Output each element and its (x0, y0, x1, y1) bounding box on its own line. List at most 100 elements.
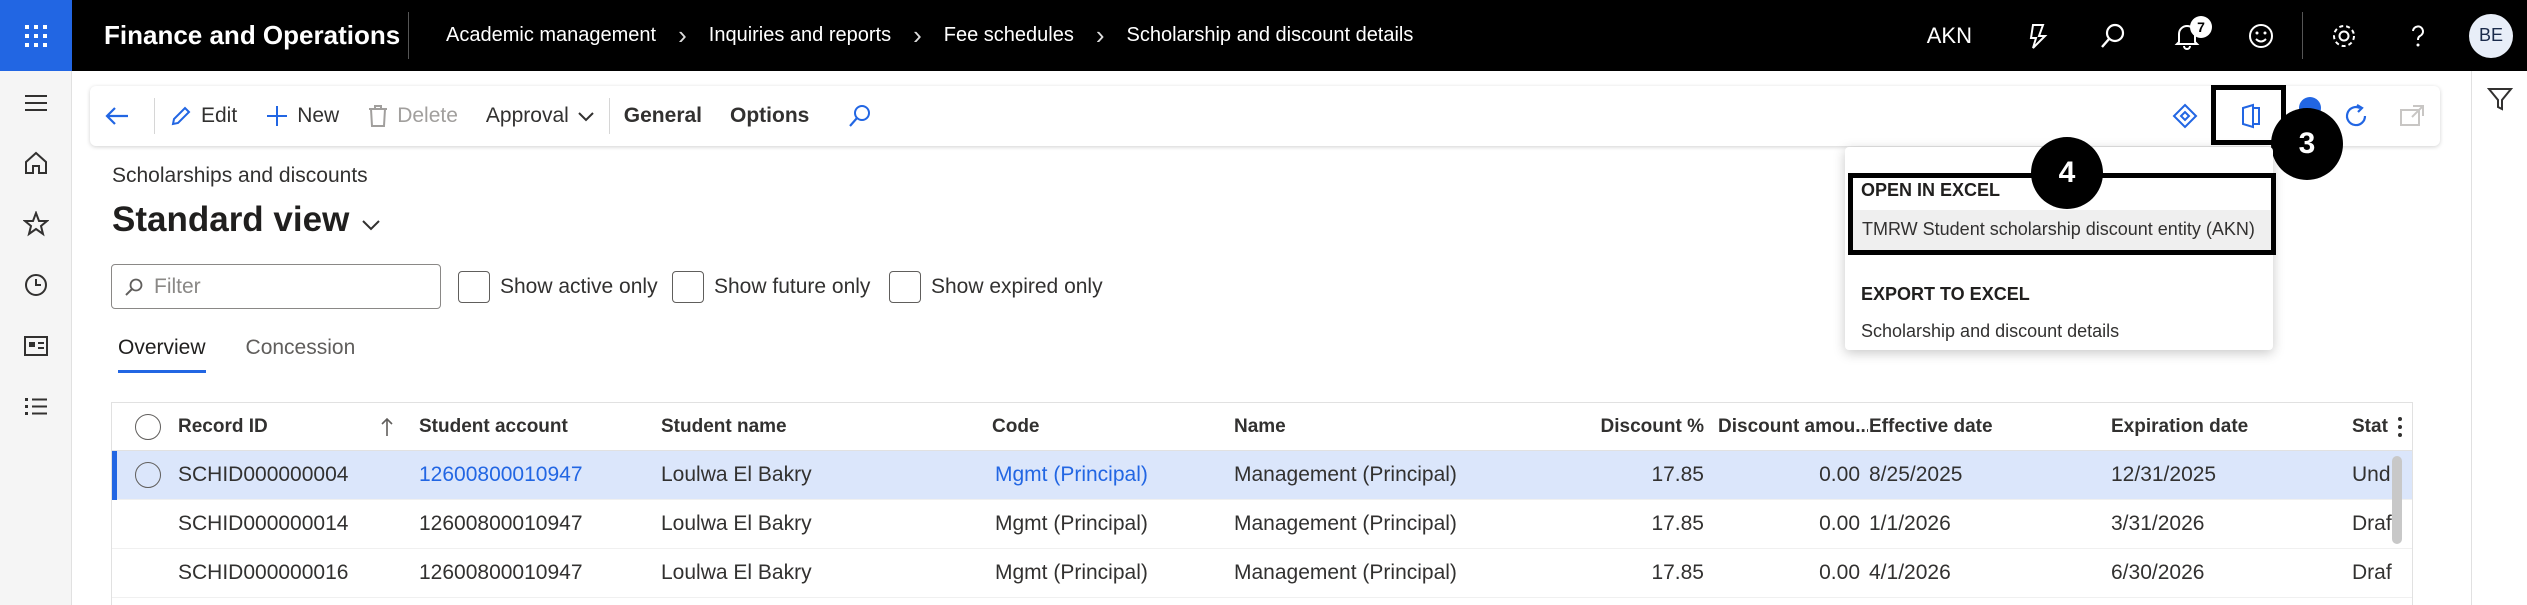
column-header-effective-date[interactable]: Effective date (1869, 403, 2099, 450)
cell-record-id[interactable]: SCHID000000016 (178, 549, 378, 597)
show-future-only-checkbox[interactable]: Show future only (672, 271, 870, 303)
power-apps-button[interactable] (2157, 86, 2213, 146)
cell-discount-percent[interactable]: 17.85 (1542, 549, 1704, 597)
column-more-options-icon[interactable] (2390, 403, 2410, 450)
cell-effective-date[interactable]: 4/1/2026 (1869, 549, 2099, 597)
chevron-down-icon (578, 112, 594, 122)
radio-circle (135, 413, 161, 440)
tab-concession[interactable]: Concession (246, 336, 356, 373)
app-title[interactable]: Finance and Operations (104, 0, 400, 71)
company-picker[interactable]: AKN (1927, 23, 1972, 49)
gear-icon[interactable] (2307, 0, 2381, 71)
view-selector[interactable]: Standard view (112, 200, 381, 240)
open-new-window-button[interactable] (2384, 86, 2440, 146)
cell-effective-date[interactable]: 1/1/2026 (1869, 500, 2099, 548)
sort-ascending-icon[interactable] (380, 403, 410, 450)
new-button[interactable]: New (251, 86, 353, 146)
cell-student-account-link[interactable]: 12600800010947 (419, 451, 649, 499)
cell-discount-percent[interactable]: 17.85 (1542, 451, 1704, 499)
column-header-name[interactable]: Name (1234, 403, 1534, 450)
clock-icon[interactable] (18, 267, 54, 303)
cell-student-name[interactable]: Loulwa El Bakry (661, 549, 981, 597)
chevron-right-icon: › (678, 20, 687, 50)
callout-step-3: 3 (2271, 108, 2343, 180)
column-header-code[interactable]: Code (992, 403, 1222, 450)
cell-record-id[interactable]: SCHID000000014 (178, 500, 378, 548)
home-icon[interactable] (18, 145, 54, 181)
search-icon (849, 105, 871, 127)
breadcrumb-academic-management[interactable]: Academic management (446, 24, 656, 47)
export-scholarship-details-item[interactable]: Scholarship and discount details (1861, 321, 2119, 342)
cell-name[interactable]: Management (Principal) (1234, 500, 1534, 548)
filter-funnel-icon[interactable] (2486, 85, 2514, 118)
cell-expiration-date[interactable]: 6/30/2026 (2111, 549, 2341, 597)
delete-button[interactable]: Delete (353, 86, 472, 146)
tab-general[interactable]: General (610, 86, 716, 146)
action-search-button[interactable] (823, 86, 895, 146)
show-expired-only-checkbox[interactable]: Show expired only (889, 271, 1103, 303)
checkbox-box[interactable] (458, 271, 490, 303)
hamburger-icon[interactable] (18, 85, 54, 121)
edit-button[interactable]: Edit (155, 86, 251, 146)
cell-record-id[interactable]: SCHID000000004 (178, 451, 378, 499)
cell-discount-amount[interactable]: 0.00 (1718, 549, 1860, 597)
approval-label: Approval (485, 104, 569, 127)
cell-expiration-date[interactable]: 12/31/2025 (2111, 451, 2341, 499)
cell-name[interactable]: Management (Principal) (1234, 549, 1534, 597)
filter-input[interactable] (154, 274, 414, 299)
workspace-icon[interactable] (18, 328, 54, 364)
cell-effective-date[interactable]: 8/25/2025 (1869, 451, 2099, 499)
star-icon[interactable] (18, 206, 54, 242)
tab-overview[interactable]: Overview (118, 336, 206, 373)
cell-discount-amount[interactable]: 0.00 (1718, 500, 1860, 548)
column-header-student-account[interactable]: Student account (419, 403, 649, 450)
content-tabs: Overview Concession (118, 336, 395, 373)
cell-student-account[interactable]: 12600800010947 (419, 549, 649, 597)
column-header-status[interactable]: Stat (2352, 403, 2392, 450)
column-header-discount-percent[interactable]: Discount % (1542, 403, 1704, 450)
table-row[interactable]: SCHID000000016 12600800010947 Loulwa El … (112, 549, 2412, 598)
list-icon[interactable] (18, 389, 54, 425)
grid-vertical-scrollbar[interactable] (2392, 456, 2402, 544)
waffle-icon[interactable] (0, 0, 72, 71)
cell-expiration-date[interactable]: 3/31/2026 (2111, 500, 2341, 548)
copilot-icon[interactable] (2002, 0, 2076, 71)
breadcrumb-fee-schedules[interactable]: Fee schedules (944, 24, 1074, 47)
table-row[interactable]: SCHID000000004 12600800010947 Loulwa El … (112, 451, 2412, 500)
cell-discount-amount[interactable]: 0.00 (1718, 451, 1860, 499)
bell-icon[interactable]: 7 (2150, 0, 2224, 71)
cell-status[interactable]: Und (2352, 451, 2392, 499)
cell-status[interactable]: Draf (2352, 500, 2392, 548)
row-select-radio[interactable] (128, 451, 168, 499)
show-active-only-checkbox[interactable]: Show active only (458, 271, 658, 303)
checkbox-box[interactable] (672, 271, 704, 303)
cell-student-name[interactable]: Loulwa El Bakry (661, 500, 981, 548)
cell-status[interactable]: Draf (2352, 549, 2392, 597)
column-header-record-id[interactable]: Record ID (178, 403, 318, 450)
smiley-icon[interactable] (2224, 0, 2298, 71)
cell-student-name[interactable]: Loulwa El Bakry (661, 451, 981, 499)
checkbox-box[interactable] (889, 271, 921, 303)
help-icon[interactable] (2381, 0, 2455, 71)
column-header-student-name[interactable]: Student name (661, 403, 981, 450)
column-header-expiration-date[interactable]: Expiration date (2111, 403, 2341, 450)
cell-discount-percent[interactable]: 17.85 (1542, 500, 1704, 548)
avatar[interactable]: BE (2469, 13, 2513, 58)
cell-code-link[interactable]: Mgmt (Principal) (995, 451, 1225, 499)
tab-options[interactable]: Options (716, 86, 823, 146)
cell-code[interactable]: Mgmt (Principal) (995, 549, 1225, 597)
action-pane: Edit New Delete Approval General Options (90, 86, 2440, 146)
diamond-icon (2172, 103, 2198, 129)
select-all-radio[interactable] (128, 403, 168, 450)
search-icon[interactable] (2076, 0, 2150, 71)
approval-menu-button[interactable]: Approval (472, 86, 609, 146)
back-button[interactable] (90, 86, 154, 146)
topbar-divider (408, 12, 409, 59)
breadcrumb-inquiries-and-reports[interactable]: Inquiries and reports (709, 24, 891, 47)
edit-label: Edit (201, 104, 238, 127)
cell-name[interactable]: Management (Principal) (1234, 451, 1534, 499)
table-row[interactable]: SCHID000000014 12600800010947 Loulwa El … (112, 500, 2412, 549)
cell-code[interactable]: Mgmt (Principal) (995, 500, 1225, 548)
column-header-discount-amount[interactable]: Discount amou... (1718, 403, 1868, 450)
cell-student-account[interactable]: 12600800010947 (419, 500, 649, 548)
